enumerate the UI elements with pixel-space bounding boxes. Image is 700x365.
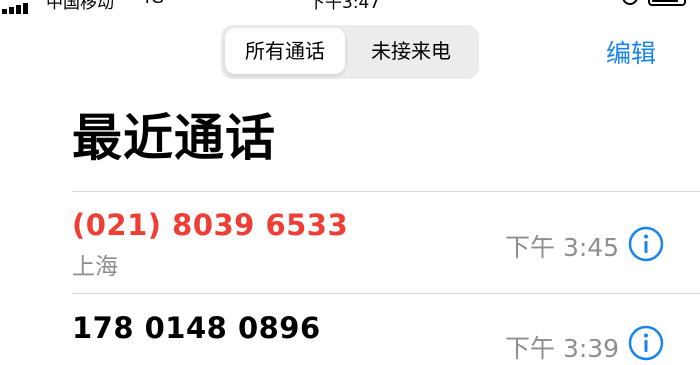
caller-number: (021) 8039 6533 — [72, 208, 349, 242]
call-time: 下午 3:45 — [505, 233, 620, 262]
carrier-name: 中国移动 — [46, 0, 114, 13]
info-circle-icon[interactable] — [628, 325, 664, 361]
call-time: 下午 3:39 — [505, 334, 620, 363]
page-title: 最近通话 — [72, 109, 276, 167]
signal-strength-icon — [2, 0, 42, 14]
battery-icon — [648, 0, 686, 6]
caller-number: 178 0148 0896 — [72, 311, 321, 345]
call-filter-segmented-control: 所有通话 未接来电 — [221, 25, 479, 79]
network-type: 4G — [140, 0, 164, 8]
call-row[interactable]: 178 0148 0896 下午 3:39 — [0, 293, 700, 363]
edit-button[interactable]: 编辑 — [606, 34, 656, 70]
caller-location: 上海 — [72, 254, 118, 280]
segment-all-calls[interactable]: 所有通话 — [225, 28, 345, 74]
orientation-lock-icon — [622, 0, 638, 5]
status-bar: 中国移动 4G 下午3:47 — [0, 0, 700, 14]
status-time: 下午3:47 — [308, 0, 381, 13]
segment-missed-calls[interactable]: 未接来电 — [349, 28, 473, 74]
call-row[interactable]: (021) 8039 6533 上海 下午 3:45 — [0, 191, 700, 293]
info-circle-icon[interactable] — [628, 226, 664, 262]
